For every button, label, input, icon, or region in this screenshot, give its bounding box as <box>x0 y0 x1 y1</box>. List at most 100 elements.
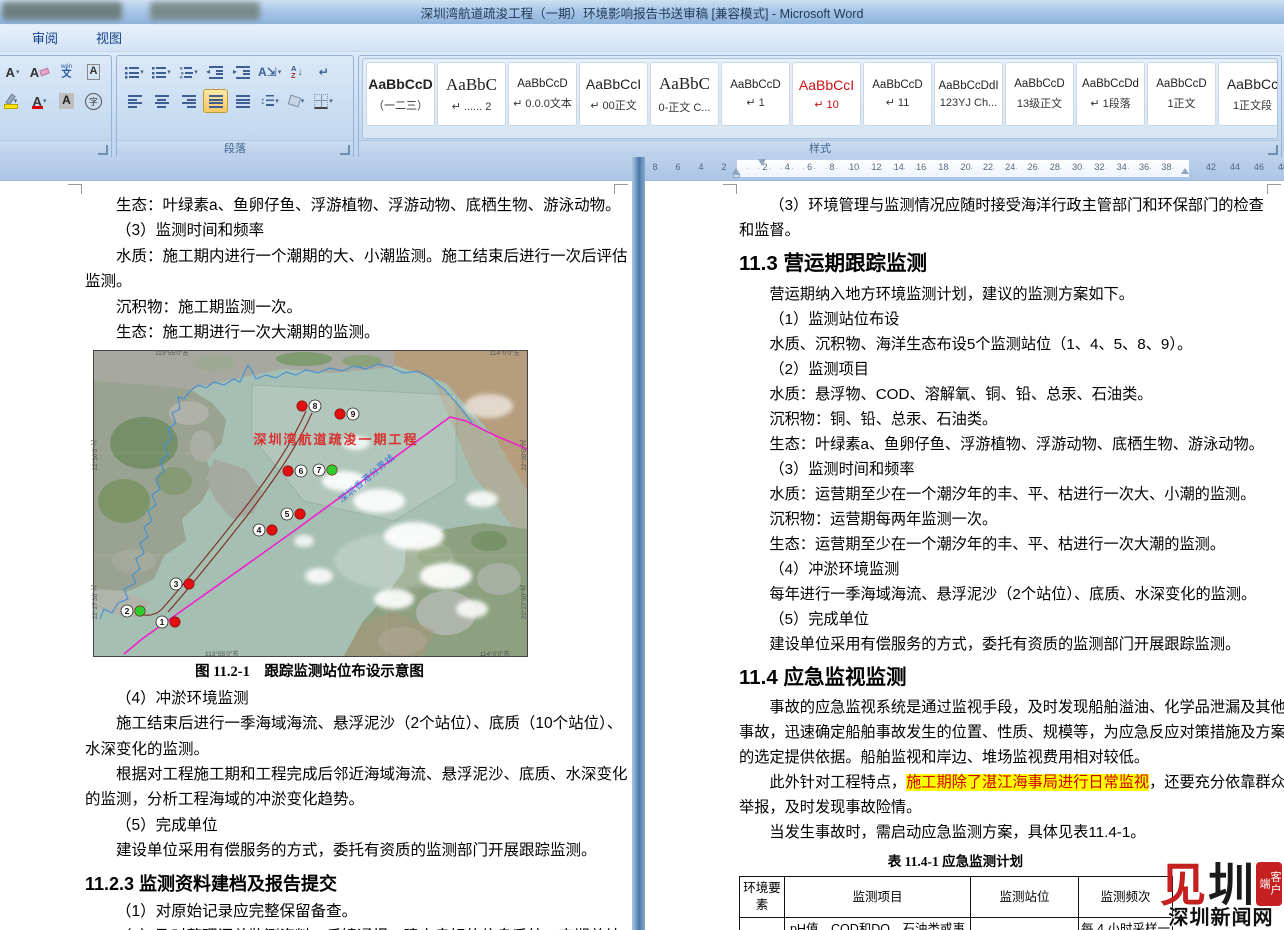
horizontal-ruler[interactable]: 8642246810121416182022242628303234363842… <box>645 157 1284 181</box>
table-cell: 在事故发生点周围 设 6 个站位 <box>971 918 1079 930</box>
align-center-icon <box>155 94 169 108</box>
font-dialog-launcher-icon[interactable] <box>98 145 108 155</box>
increase-indent-button[interactable]: ▸ <box>230 60 255 84</box>
coord-label: 114°0'0"东 <box>480 642 510 667</box>
tab-view[interactable]: 视图 <box>80 25 138 50</box>
shrink-font-button[interactable]: A <box>0 60 25 84</box>
ruler-number: 4 <box>698 162 703 172</box>
paragraph: 生态：叶绿素a、鱼卵仔鱼、浮游植物、浮游动物、底栖生物、游泳动物。 <box>85 193 628 218</box>
align-right-icon <box>182 94 196 108</box>
character-border-button[interactable]: A <box>81 60 106 84</box>
left-page[interactable]: 生态：叶绿素a、鱼卵仔鱼、浮游植物、浮游动物、底栖生物、游泳动物。（3）监测时间… <box>0 181 632 930</box>
svg-text:9: 9 <box>351 409 356 419</box>
satellite-map-image: 深圳湾航道疏浚一期工程 深圳香港分界线 123456789 <box>93 350 528 657</box>
window-titlebar: 深圳湾航道疏浚工程（一期）环境影响报告书送审稿 [兼容模式] - Microso… <box>0 0 1284 24</box>
font-group-label <box>0 140 111 158</box>
paragraph: （1）监测站位布设 <box>739 307 1279 332</box>
left-indent-marker[interactable] <box>733 174 740 178</box>
style-card[interactable]: AaBbCcD↵ 0.0.0文本 <box>508 62 577 126</box>
paragraph: （2）监测项目 <box>739 357 1279 382</box>
align-left-button[interactable] <box>122 89 147 113</box>
multilevel-list-button[interactable] <box>176 60 201 84</box>
paragraph: （3）监测时间和频率 <box>739 457 1279 482</box>
clear-formatting-button[interactable]: A <box>27 60 52 84</box>
bullets-icon <box>125 65 139 79</box>
left-page-paragraphs-top: 生态：叶绿素a、鱼卵仔鱼、浮游植物、浮游动物、底栖生物、游泳动物。（3）监测时间… <box>85 193 628 345</box>
paragraph-dialog-launcher-icon[interactable] <box>340 145 350 155</box>
style-card[interactable]: AaBbCcD↵ 11 <box>863 62 932 126</box>
circled-char-icon: 字 <box>85 93 102 110</box>
style-card[interactable]: AaBbCcD（一二三） <box>366 62 435 126</box>
shading-button[interactable] <box>284 89 309 113</box>
svg-text:3: 3 <box>174 579 179 589</box>
sort-az-icon: AZ <box>291 65 296 80</box>
paragraph: 事故的应急监视系统是通过监视手段，及时发现船舶溢油、化学品泄漏及其他 <box>739 695 1279 720</box>
justify-button[interactable] <box>203 89 228 113</box>
ruler-number: 2 <box>762 162 767 172</box>
map-title-label: 深圳湾航道疏浚一期工程 <box>253 432 418 447</box>
right-indent-marker[interactable] <box>1181 168 1189 174</box>
paragraph: （3）环境管理与监测情况应随时接受海洋行政主管部门和环保部门的检查 <box>739 193 1279 218</box>
style-card[interactable]: AaBbC0-正文 C... <box>650 62 719 126</box>
align-center-button[interactable] <box>149 89 174 113</box>
style-card[interactable]: AaBbCcD1正文 <box>1147 62 1216 126</box>
logo-glyph-left: 见 <box>1160 865 1206 906</box>
tab-review[interactable]: 审阅 <box>16 25 74 50</box>
style-card[interactable]: AaBbCcD13级正文 <box>1005 62 1074 126</box>
text-highlight-button[interactable] <box>0 89 25 113</box>
right-page[interactable]: （3）环境管理与监测情况应随时接受海洋行政主管部门和环保部门的检查和监督。11.… <box>645 181 1283 930</box>
left-ruler[interactable] <box>0 157 632 181</box>
borders-button[interactable] <box>311 89 336 113</box>
emergency-monitoring-table: 环境要素监测项目监测站位监测频次 水质pH值、COD和DO、石油类或事故排放 的… <box>739 876 1173 930</box>
numbering-icon <box>152 65 166 79</box>
sort-button[interactable]: AZ↓ <box>284 60 309 84</box>
align-right-button[interactable] <box>176 89 201 113</box>
section-heading: 11.3 营运期跟踪监测 <box>739 251 1279 278</box>
ruler-number: 32 <box>1094 162 1104 172</box>
ruler-number: 20 <box>961 162 971 172</box>
ruler-number: 22 <box>983 162 993 172</box>
quick-access-toolbar[interactable] <box>2 2 122 20</box>
enclose-characters-button[interactable]: 字 <box>81 89 106 113</box>
paragraph: （3）监测时间和频率 <box>85 218 628 243</box>
asian-layout-button[interactable]: A⇲ <box>257 60 282 84</box>
distribute-button[interactable] <box>230 89 255 113</box>
style-card[interactable]: AaBbCcI↵ 10 <box>792 62 861 126</box>
paragraph: （4）冲淤环境监测 <box>739 557 1279 582</box>
window-split-divider[interactable] <box>632 157 645 930</box>
monitoring-stations-map[interactable]: 113°55'0"东 114°0'0"东 113°55'0"东 114°0'0"… <box>93 350 528 657</box>
decrease-indent-button[interactable]: ◂ <box>203 60 228 84</box>
style-card[interactable]: AaBbCcD↵ 1 <box>721 62 790 126</box>
quick-access-toolbar-extra[interactable] <box>150 2 260 20</box>
show-marks-button[interactable]: ↵ <box>311 60 336 84</box>
ribbon-tab-row: 审阅 视图 <box>0 24 1284 52</box>
line-spacing-button[interactable]: ↕ <box>257 89 282 113</box>
table-row: 水质pH值、COD和DO、石油类或事故排放 的其他物质在事故发生点周围 设 6 … <box>740 918 1173 930</box>
style-card[interactable]: AaBbCcDd↵ 1段落 <box>1076 62 1145 126</box>
sznews-watermark: 见 圳 客户端 深圳新闻网 <box>1160 862 1282 928</box>
style-card[interactable]: AaBbCc1正文段 <box>1218 62 1278 126</box>
right-page-paragraphs: （3）环境管理与监测情况应随时接受海洋行政主管部门和环保部门的检查和监督。11.… <box>739 193 1279 845</box>
table-cell: 水质 <box>740 918 785 930</box>
ruler-number: 12 <box>871 162 881 172</box>
svg-text:6: 6 <box>299 466 304 476</box>
indent-lines-icon <box>209 65 223 79</box>
style-card[interactable]: AaBbC↵ ...... 2 <box>437 62 506 126</box>
numbering-button[interactable] <box>149 60 174 84</box>
character-shading-button[interactable]: A <box>54 89 79 113</box>
bullets-button[interactable] <box>122 60 147 84</box>
paragraph: 建设单位采用有偿服务的方式，委托有资质的监测部门开展跟踪监测。 <box>739 632 1279 657</box>
paragraph-group-label: 段落 <box>117 140 353 158</box>
crop-mark-icon <box>1267 184 1281 194</box>
styles-dialog-launcher-icon[interactable] <box>1268 145 1278 155</box>
font-color-button[interactable]: A <box>27 89 52 113</box>
ruler-number: 2 <box>721 162 726 172</box>
phonetic-guide-button[interactable]: wén文 <box>54 60 79 84</box>
style-card[interactable]: AaBbCcDdI123YJ Ch... <box>934 62 1003 126</box>
ruler-number: 42 <box>1206 162 1216 172</box>
table-header-cell: 监测频次 <box>1079 877 1173 918</box>
paragraph: 水质：施工期内进行一个潮期的大、小潮监测。施工结束后进行一次后评估 <box>85 244 628 269</box>
style-card[interactable]: AaBbCcI↵ 00正文 <box>579 62 648 126</box>
table-header-cell: 监测站位 <box>971 877 1079 918</box>
font-group: A A wén文 A A A 字 <box>0 55 112 159</box>
